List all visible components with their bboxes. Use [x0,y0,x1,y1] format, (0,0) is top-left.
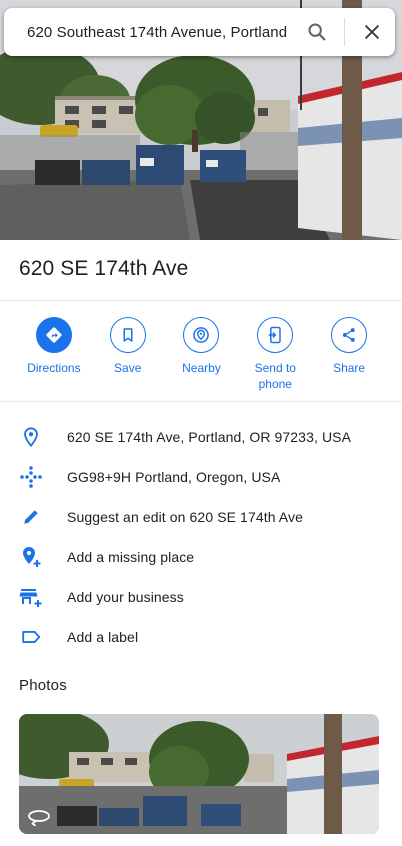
add-place-icon [23,547,41,567]
address-text: 620 SE 174th Ave, Portland, OR 97233, US… [67,429,352,445]
detail-plus-code[interactable]: GG98+9H Portland, Oregon, USA [0,457,402,497]
share-icon [343,328,355,342]
photos-heading: Photos [19,677,67,694]
detail-add-missing-place[interactable]: Add a missing place [0,537,402,577]
suggest-edit-text: Suggest an edit on 620 SE 174th Ave [67,509,303,525]
add-missing-place-text: Add a missing place [67,549,195,565]
save-circle [109,317,146,353]
divider [0,401,402,402]
directions-label: Directions [27,361,81,375]
share-circle [331,317,368,353]
close-button[interactable] [349,8,395,56]
place-title: 620 SE 174th Ave [19,257,189,280]
search-icon [308,23,326,41]
nearby-icon [193,327,210,343]
plus-code-icon [20,466,42,488]
add-business-text: Add your business [67,589,184,605]
share-button[interactable]: Share [312,317,386,392]
save-label: Save [114,361,142,375]
share-label: Share [333,361,366,375]
nearby-button[interactable]: Nearby [165,317,239,392]
plus-code-text: GG98+9H Portland, Oregon, USA [67,469,281,485]
search-bar [4,8,395,56]
divider [0,300,402,301]
location-pin-icon [24,427,38,448]
detail-address[interactable]: 620 SE 174th Ave, Portland, OR 97233, US… [0,417,402,457]
save-button[interactable]: Save [91,317,165,392]
send-to-phone-icon [268,326,282,344]
search-button[interactable] [294,8,340,56]
send-to-phone-button[interactable]: Send to phone [238,317,312,392]
panorama-360-icon [28,810,50,826]
photo-scene [19,714,379,834]
detail-add-business[interactable]: Add your business [0,577,402,617]
bookmark-icon [123,328,133,342]
add-label-text: Add a label [67,629,139,645]
detail-suggest-edit[interactable]: Suggest an edit on 620 SE 174th Ave [0,497,402,537]
directions-icon [46,327,62,343]
search-bar-divider [344,18,345,46]
detail-add-label[interactable]: Add a label [0,617,402,657]
nearby-circle [183,317,220,353]
action-row: Directions Save Nearby Send to phone Sha… [0,317,402,392]
directions-button[interactable]: Directions [17,317,91,392]
close-icon [365,25,379,39]
send-to-phone-label: Send to phone [254,361,296,391]
label-icon [22,631,41,643]
nearby-label: Nearby [182,361,221,375]
photo-thumbnail[interactable] [19,714,379,834]
send-to-phone-circle [257,317,294,353]
directions-circle [35,317,72,353]
add-business-icon [19,589,42,607]
search-input[interactable] [4,8,294,56]
pencil-icon [24,510,38,524]
